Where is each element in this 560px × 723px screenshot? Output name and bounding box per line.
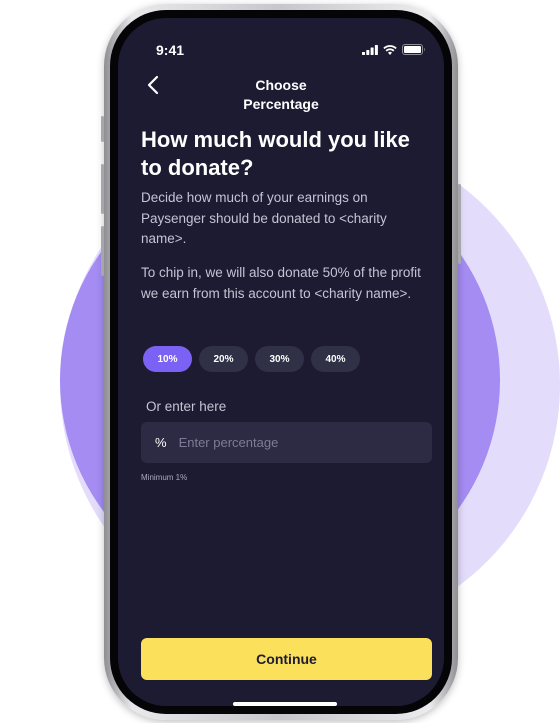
percentage-input[interactable]	[176, 434, 411, 451]
minimum-hint: Minimum 1%	[141, 473, 188, 482]
phone-frame: 9:41 Choose Percentage How much would yo…	[101, 4, 461, 720]
continue-button[interactable]: Continue	[141, 638, 432, 680]
power-button	[458, 184, 461, 264]
screen-title-line1: Choose	[255, 77, 307, 93]
chip-20-percent[interactable]: 20%	[199, 346, 248, 372]
phone-bezel: 9:41 Choose Percentage How much would yo…	[110, 10, 452, 714]
mute-switch	[101, 116, 104, 142]
chip-10-percent[interactable]: 10%	[143, 346, 192, 372]
page-heading: How much would you like to donate?	[141, 127, 410, 180]
percentage-chips: 10% 20% 30% 40%	[143, 346, 360, 372]
volume-up-button	[101, 164, 104, 214]
description-match: To chip in, we will also donate 50% of t…	[141, 265, 421, 301]
chip-40-percent[interactable]: 40%	[311, 346, 360, 372]
status-icons	[362, 44, 426, 55]
or-enter-label: Or enter here	[146, 399, 227, 414]
home-indicator	[233, 702, 337, 706]
screen-title-line2: Percentage	[243, 96, 319, 112]
wifi-icon	[383, 44, 397, 55]
percentage-input-box[interactable]: %	[141, 422, 432, 463]
volume-down-button	[101, 226, 104, 276]
chip-30-percent[interactable]: 30%	[255, 346, 304, 372]
percent-prefix: %	[155, 435, 167, 450]
app-screen: 9:41 Choose Percentage How much would yo…	[118, 18, 444, 706]
status-time: 9:41	[156, 42, 185, 58]
description-earnings: Decide how much of your earnings on Pays…	[141, 190, 387, 246]
battery-icon	[402, 44, 425, 55]
cellular-signal-icon	[362, 44, 378, 55]
screen-title: Choose Percentage	[118, 76, 444, 114]
